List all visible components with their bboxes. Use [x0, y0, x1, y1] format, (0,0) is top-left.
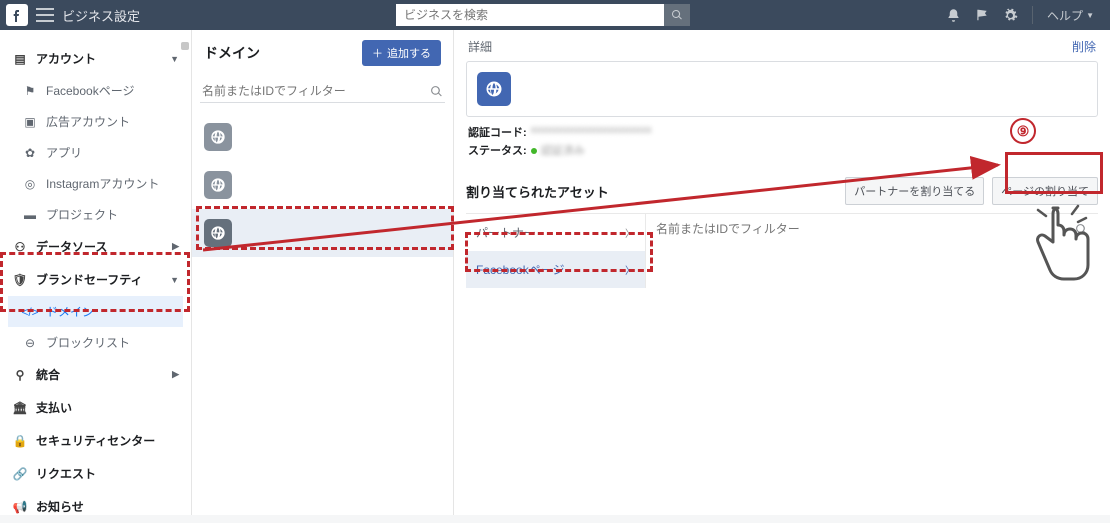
sidebar-item-facebook-page[interactable]: ⚑Facebookページ [8, 75, 183, 106]
nav-label: リクエスト [36, 465, 96, 482]
domain-summary-card [466, 61, 1098, 117]
domain-title: ドメイン [204, 43, 260, 63]
search-icon [1075, 223, 1088, 236]
global-search [396, 4, 690, 26]
chevron-right-icon: 〉 [625, 262, 635, 277]
chevron-right-icon: 〉 [625, 225, 635, 240]
flag-icon[interactable] [975, 8, 989, 22]
globe-icon [204, 123, 232, 151]
sidebar: ▤ アカウント ▼ ⚑Facebookページ ▣広告アカウント ✿アプリ ◎In… [0, 30, 192, 515]
add-domain-button[interactable]: ＋追加する [362, 40, 441, 66]
topbar: ビジネス設定 ヘルプ▼ [0, 0, 1110, 30]
assign-partner-button[interactable]: パートナーを割り当てる [845, 177, 984, 205]
assign-page-button[interactable]: ページの割り当て [992, 177, 1098, 205]
status-value: 認証済み [531, 142, 585, 158]
nav-label: お知らせ [36, 498, 84, 515]
chevron-right-icon: ▶ [172, 369, 179, 380]
detail-label: 詳細 [468, 38, 492, 55]
assigned-cat-partner[interactable]: パートナー〉 [466, 214, 645, 251]
nav-label: 支払い [36, 399, 72, 416]
accounts-icon: ▤ [12, 52, 28, 66]
nav-request[interactable]: 🔗 リクエスト [8, 457, 183, 490]
nav-brandsafety[interactable]: 🛡 ブランドセーフティ ▼ [8, 263, 183, 296]
bell-icon[interactable] [946, 8, 961, 23]
sidebar-item-blocklist[interactable]: ⊖ブロックリスト [8, 327, 183, 358]
domain-filter [200, 80, 445, 103]
nav-label: セキュリティセンター [36, 432, 155, 449]
nav-payment[interactable]: 🏛 支払い [8, 391, 183, 424]
scrollbar[interactable] [179, 30, 191, 515]
megaphone-icon: 📢 [12, 500, 28, 514]
detail-column: 詳細 削除 認証コード:xxxxxxxxxxxxxxxxxxxxxx ステータス… [454, 30, 1110, 515]
integration-icon: ⚲ [12, 368, 28, 382]
instagram-icon: ◎ [22, 177, 38, 191]
chevron-down-icon: ▼ [170, 275, 179, 285]
hamburger-icon[interactable] [36, 8, 54, 22]
search-button[interactable] [664, 4, 690, 26]
nav-label: 統合 [36, 366, 60, 383]
sidebar-item-domain[interactable]: </>ドメイン [8, 296, 183, 327]
code-icon: </> [22, 305, 38, 319]
search-icon [430, 85, 443, 98]
sidebar-item-instagram[interactable]: ◎Instagramアカウント [8, 168, 183, 199]
facebook-logo[interactable] [6, 4, 28, 26]
gear-icon[interactable] [1003, 8, 1018, 23]
domain-item[interactable] [192, 113, 453, 161]
auth-code-value: xxxxxxxxxxxxxxxxxxxxxx [531, 124, 652, 140]
nav-label: アカウント [36, 50, 96, 67]
domain-filter-input[interactable] [202, 84, 430, 98]
app-icon: ✿ [22, 146, 38, 160]
folder-icon: ▬ [22, 208, 38, 222]
shield-icon: 🛡 [12, 273, 28, 287]
sidebar-item-apps[interactable]: ✿アプリ [8, 137, 183, 168]
chevron-right-icon: ▶ [172, 241, 179, 252]
domain-item[interactable] [192, 161, 453, 209]
globe-icon [204, 171, 232, 199]
domain-list-column: ドメイン ＋追加する [192, 30, 454, 515]
assigned-filter-input[interactable] [656, 222, 1075, 236]
assigned-cat-fbpage[interactable]: Facebookページ〉 [466, 251, 645, 288]
globe-icon [204, 219, 232, 247]
delete-link[interactable]: 削除 [1072, 38, 1096, 55]
auth-code-label: 認証コード: [468, 124, 527, 140]
nav-integration[interactable]: ⚲ 統合 ▶ [8, 358, 183, 391]
globe-icon [477, 72, 511, 106]
link-icon: 🔗 [12, 467, 28, 481]
search-input[interactable] [396, 4, 664, 26]
flag-icon: ⚑ [22, 84, 38, 98]
topbar-actions: ヘルプ▼ [946, 6, 1104, 24]
status-label: ステータス: [468, 142, 527, 158]
nav-label: ブランドセーフティ [36, 271, 143, 288]
plus-icon: ＋ [372, 45, 383, 61]
nav-news[interactable]: 📢 お知らせ [8, 490, 183, 523]
bank-icon: 🏛 [12, 401, 28, 415]
sidebar-item-ad-account[interactable]: ▣広告アカウント [8, 106, 183, 137]
nav-label: データソース [36, 238, 107, 255]
block-icon: ⊖ [22, 336, 38, 350]
chevron-down-icon: ▼ [170, 54, 179, 64]
assigned-assets-title: 割り当てられたアセット [466, 182, 609, 201]
nav-security[interactable]: 🔒 セキュリティセンター [8, 424, 183, 457]
sidebar-item-project[interactable]: ▬プロジェクト [8, 199, 183, 230]
nav-accounts[interactable]: ▤ アカウント ▼ [8, 42, 183, 75]
image-icon: ▣ [22, 115, 38, 129]
share-icon: ⚇ [12, 240, 28, 254]
page-title: ビジネス設定 [62, 6, 140, 25]
help-link[interactable]: ヘルプ▼ [1047, 7, 1094, 24]
lock-icon: 🔒 [12, 434, 28, 448]
nav-datasource[interactable]: ⚇ データソース ▶ [8, 230, 183, 263]
domain-item-selected[interactable] [192, 209, 453, 257]
